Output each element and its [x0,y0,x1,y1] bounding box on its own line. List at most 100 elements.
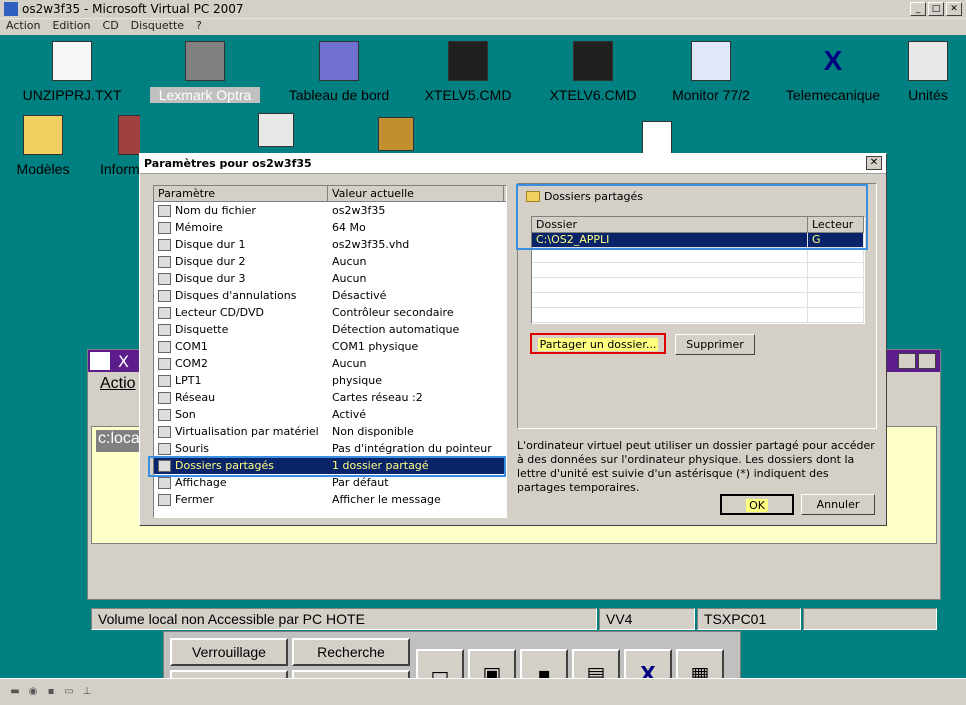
harddisk-icon [158,272,171,285]
list-item[interactable]: COM2 Aucun [154,355,506,372]
param-value: Désactivé [332,289,387,302]
x-logo-icon [90,352,110,370]
verrouillage-button[interactable]: Verrouillage [170,638,288,666]
param-value: physique [332,374,382,387]
column-header-value[interactable]: Valeur actuelle [328,186,504,201]
param-name: Lecteur CD/DVD [175,306,264,319]
list-item[interactable]: Nom du fichier os2w3f35 [154,202,506,219]
cd-icon [158,306,171,319]
list-item[interactable]: Disque dur 1 os2w3f35.vhd [154,236,506,253]
param-name: LPT1 [175,374,202,387]
list-item[interactable]: Son Activé [154,406,506,423]
minimize-button[interactable]: _ [910,2,926,16]
cd-icon[interactable]: ◉ [26,686,40,698]
list-item[interactable]: LPT1 physique [154,372,506,389]
desktop-icon-unzipprj[interactable]: UNZIPPRJ.TXT [17,41,127,103]
window-title: os2w3f35 - Microsoft Virtual PC 2007 [22,2,244,16]
share-folder-button[interactable]: Partager un dossier... [530,333,666,354]
shared-folders-panel: Dossiers partagés Dossier Lecteur C:\OS2… [516,183,877,429]
lpt-port-icon [158,374,171,387]
harddisk-icon [158,238,171,251]
maximize-button[interactable]: □ [928,2,944,16]
desktop-icon-telemecanique[interactable]: X Telemecanique [778,41,888,103]
desktop-icon-unites[interactable]: Unités [890,41,966,103]
param-name: COM2 [175,357,208,370]
printer-icon [185,41,225,81]
menu-disquette[interactable]: Disquette [131,19,184,35]
host-menubar: Action Edition CD Disquette ? [0,19,966,35]
drives-icon [908,41,948,81]
param-value: os2w3f35.vhd [332,238,410,251]
remove-button[interactable]: Supprimer [675,334,755,355]
harddisk-icon[interactable]: ▬ [8,686,22,698]
shared-table-highlight [516,184,868,250]
menu-help[interactable]: ? [196,19,202,35]
list-item[interactable]: Virtualisation par matériel Non disponibl… [154,423,506,440]
param-value: Activé [332,408,367,421]
xwin-title: X [118,351,129,371]
param-value: Détection automatique [332,323,460,336]
param-value: Aucun [332,272,367,285]
list-item[interactable]: Disquette Détection automatique [154,321,506,338]
desktop-icon-tableau[interactable]: Tableau de bord [284,41,394,103]
floppy-icon[interactable]: ▪ [44,686,58,698]
list-item[interactable]: Mémoire 64 Mo [154,219,506,236]
status-version: VV4 [599,608,695,630]
mouse-icon [158,442,171,455]
param-name: Fermer [175,493,214,506]
host-titlebar: os2w3f35 - Microsoft Virtual PC 2007 _ □… [0,0,966,19]
launchpad-cmd-icon[interactable]: ▪ [520,649,568,678]
cmd-icon [448,41,488,81]
launchpad-shredder-icon[interactable]: ▤ [572,649,620,678]
shared-folder-icon[interactable]: ▭ [62,686,76,698]
list-item[interactable]: Fermer Afficher le message [154,491,506,508]
param-name: Disque dur 1 [175,238,246,251]
column-header-param[interactable]: Paramètre [154,186,328,201]
floppy-icon [158,323,171,336]
recherche-button[interactable]: Recherche [292,638,410,666]
network-icon[interactable]: ⊥ [80,686,94,698]
com-port-icon [158,357,171,370]
document-icon[interactable] [642,121,672,155]
param-value: Aucun [332,255,367,268]
info-icon [158,204,171,217]
launchpad-x-logo-icon[interactable]: X [624,649,672,678]
list-item[interactable]: Lecteur CD/DVD Contrôleur secondaire [154,304,506,321]
desktop-icon-modeles[interactable]: Modèles [0,115,98,177]
printer-object-icon[interactable] [258,113,294,147]
launchpad-floppy-icon[interactable]: ▣ [468,649,516,678]
list-item[interactable]: Réseau Cartes réseau :2 [154,389,506,406]
desktop-icon-monitor[interactable]: Monitor 77/2 [656,41,766,103]
ok-button[interactable]: OK [720,494,794,515]
launchpad-windows-icon[interactable]: ▦ [676,649,724,678]
xwin-maximize-button[interactable] [918,353,936,369]
param-name: Son [175,408,196,421]
desktop-icon-xtelv5[interactable]: XTELV5.CMD [413,41,523,103]
desktop-icon-inform[interactable]: Inform [100,115,140,177]
menu-edition[interactable]: Edition [52,19,90,35]
list-item[interactable]: Disque dur 3 Aucun [154,270,506,287]
application-object-icon[interactable] [378,117,414,151]
close-button[interactable]: ✕ [946,2,962,16]
list-item[interactable]: COM1 COM1 physique [154,338,506,355]
network-icon [158,391,171,404]
liste-fenetres-button[interactable]: Liste de fenêtres [292,670,410,678]
desktop-icon-xtelv6[interactable]: XTELV6.CMD [538,41,648,103]
param-value: 64 Mo [332,221,366,234]
list-item[interactable]: Disques d'annulations Désactivé [154,287,506,304]
param-value: Aucun [332,357,367,370]
list-item[interactable]: Disque dur 2 Aucun [154,253,506,270]
shared-folders-description: L'ordinateur virtuel peut utiliser un do… [517,439,875,494]
xwin-minimize-button[interactable] [898,353,916,369]
launchpad-printer-icon[interactable]: ▭ [416,649,464,678]
settings-dialog: Paramètres pour os2w3f35 ✕ Paramètre Val… [139,153,887,526]
menu-cd[interactable]: CD [103,19,119,35]
param-value: Par défaut [332,476,389,489]
cancel-button[interactable]: Annuler [801,494,875,515]
arret-button[interactable]: Arrêt [170,670,288,678]
list-item[interactable]: Souris Pas d'intégration du pointeur [154,440,506,457]
menu-action[interactable]: Action [6,19,40,35]
dialog-close-button[interactable]: ✕ [866,156,882,170]
param-value: Cartes réseau :2 [332,391,423,404]
desktop-icon-lexmark[interactable]: Lexmark Optra [150,41,260,103]
